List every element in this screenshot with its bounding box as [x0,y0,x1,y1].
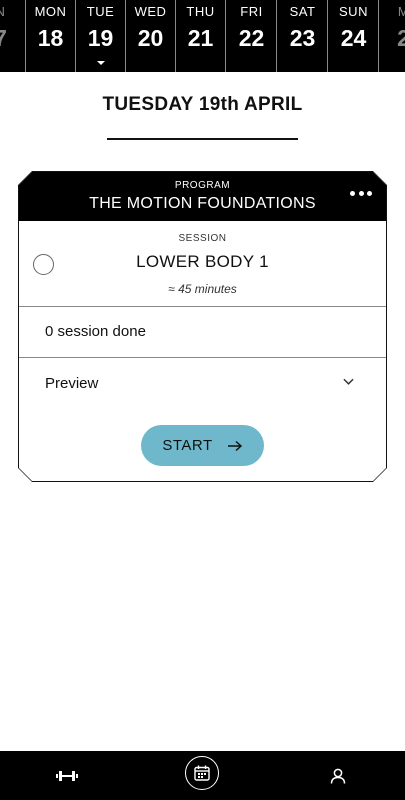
day-name: WED [134,4,167,19]
program-kicker: PROGRAM [174,180,231,191]
day-number: 18 [37,25,64,51]
user-icon [330,768,346,784]
program-header: PROGRAM THE MOTION FOUNDATIONS [19,172,386,221]
program-card-body: PROGRAM THE MOTION FOUNDATIONS SESSION L… [19,172,386,481]
day-tue[interactable]: TUE 19 [76,0,126,72]
session-name: LOWER BODY 1 [136,252,269,271]
day-thu[interactable]: THU 21 [176,0,226,72]
dumbbell-icon [56,770,78,781]
day-prev-partial[interactable]: N 7 [0,0,26,72]
sessions-done-row: 0 session done [19,307,386,358]
day-number: 22 [238,25,265,51]
nav-workouts[interactable] [48,751,86,800]
day-wed[interactable]: WED 20 [126,0,176,72]
more-dot [358,190,364,196]
chevron-down-icon [343,378,354,385]
program-card: PROGRAM THE MOTION FOUNDATIONS SESSION L… [18,171,387,482]
calendar-icon [194,765,210,781]
day-sat[interactable]: SAT 23 [278,0,328,72]
more-dot [350,190,355,196]
start-button[interactable]: START [141,425,264,466]
day-fri[interactable]: FRI 22 [227,0,277,72]
arrow-right-icon [227,440,242,451]
more-dot [367,190,372,196]
day-name: THU [186,4,215,19]
day-number: 21 [187,25,214,51]
day-sun[interactable]: SUN 24 [329,0,379,72]
nav-profile[interactable] [322,751,354,800]
session-kicker: SESSION [178,233,227,244]
selected-day-indicator [96,61,105,65]
day-name: FRI [240,4,263,19]
date-heading-underline [107,138,298,140]
day-name: M [397,4,405,19]
day-name: TUE [86,4,115,19]
day-number: 2 [397,25,405,51]
program-title: THE MOTION FOUNDATIONS [89,195,316,212]
day-name: MON [34,4,67,19]
day-name: N [0,4,6,19]
day-mon[interactable]: MON 18 [26,0,76,72]
day-number: 20 [137,25,164,51]
preview-toggle[interactable]: Preview [19,358,386,410]
preview-label: Preview [45,375,99,392]
day-next-partial[interactable]: M 2 [379,0,405,72]
bottom-nav [0,751,405,800]
week-strip: N 7 MON 18 TUE 19 WED 20 THU 21 FRI 22 S… [0,0,405,72]
day-name: SUN [339,4,368,19]
day-number: 19 [87,25,114,51]
nav-calendar[interactable] [185,756,219,790]
day-number: 7 [0,25,7,51]
session-duration: ≈ 45 minutes [168,282,237,296]
day-number: 24 [340,25,367,51]
start-label: START [162,437,213,454]
day-name: SAT [289,4,316,19]
date-heading: TUESDAY 19th APRIL [102,94,303,115]
day-number: 23 [289,25,316,51]
more-icon[interactable] [350,186,372,200]
session-row: SESSION LOWER BODY 1 ≈ 45 minutes [19,221,386,307]
sessions-done-text: 0 session done [45,323,146,340]
